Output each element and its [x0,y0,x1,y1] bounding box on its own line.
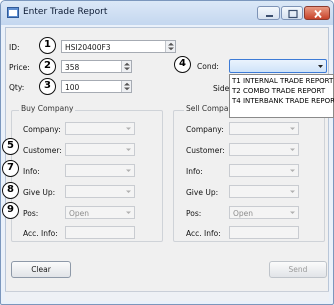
sell-company-chevron-down-icon[interactable] [287,123,298,134]
status-bar [5,291,329,301]
clear-button[interactable]: Clear [11,261,71,278]
callout-badge: 4 [174,56,191,73]
sell-info-label: Info: [186,167,203,176]
id-label: ID: [9,43,20,52]
sell-info-chevron-down-icon[interactable] [287,165,298,176]
callout-badge: 3 [39,78,56,95]
buy-info-select[interactable] [65,164,135,177]
sell-accinfo-field[interactable] [229,226,299,239]
buy-accinfo-field[interactable] [65,226,135,239]
cond-options-list: T1 INTERNAL TRADE REPORT T2 COMBO TRADE … [229,74,334,118]
buy-customer-select[interactable] [65,143,135,156]
sell-customer-select[interactable] [229,143,299,156]
price-label: Price: [9,63,30,72]
id-value: HSI20400F3 [65,43,111,52]
title-bar[interactable]: Enter Trade Report [1,1,333,25]
close-button[interactable] [304,6,330,20]
sell-company-label: Company: [186,125,224,134]
callout-badge: 8 [2,182,19,199]
buy-pos-chevron-down-icon[interactable] [123,207,134,218]
buy-giveup-chevron-down-icon[interactable] [123,186,134,197]
app-icon [7,7,19,18]
sell-accinfo-label: Acc. Info: [186,229,221,238]
buy-accinfo-label: Acc. Info: [23,229,58,238]
qty-value: 100 [65,83,80,92]
cond-option[interactable]: T4 INTERBANK TRADE REPORT [232,97,334,105]
trade-report-window: Enter Trade Report ID: HSI20400F3 Price:… [0,0,334,305]
cond-option[interactable]: T2 COMBO TRADE REPORT [232,87,325,95]
callout-badge: 9 [2,202,19,219]
callout-badge: 7 [2,160,19,177]
cond-dropdown[interactable] [229,59,327,73]
window-title: Enter Trade Report [23,7,108,17]
cond-option[interactable]: T1 INTERNAL TRADE REPORT [232,77,333,85]
buy-company-label: Company: [23,125,61,134]
sell-company-select[interactable] [229,122,299,135]
qty-label: Qty: [9,83,25,92]
buy-pos-value: Open [69,209,90,218]
cond-label: Cond: [197,62,219,71]
buy-info-chevron-down-icon[interactable] [123,165,134,176]
buy-company-title: Buy Company [19,104,76,113]
sell-pos-value: Open [233,209,254,218]
sell-giveup-label: Give Up: [186,188,219,197]
buy-company-chevron-down-icon[interactable] [123,123,134,134]
price-spinner-icon[interactable] [121,61,131,72]
price-value: 358 [65,63,80,72]
price-field[interactable]: 358 [61,60,132,73]
sell-info-select[interactable] [229,164,299,177]
buy-customer-label: Customer: [23,146,62,155]
buy-pos-label: Pos: [23,209,39,218]
buy-info-label: Info: [23,167,40,176]
sell-pos-select[interactable]: Open [229,206,299,219]
callout-badge: 1 [39,37,56,54]
sell-giveup-select[interactable] [229,185,299,198]
callout-badge: 2 [39,58,56,75]
callout-badge: 5 [2,138,19,155]
send-button[interactable]: Send [269,261,327,278]
sell-giveup-chevron-down-icon[interactable] [287,186,298,197]
buy-pos-select[interactable]: Open [65,206,135,219]
qty-field[interactable]: 100 [61,80,132,93]
buy-giveup-label: Give Up: [23,188,56,197]
sell-pos-chevron-down-icon[interactable] [287,207,298,218]
buy-giveup-select[interactable] [65,185,135,198]
sell-customer-chevron-down-icon[interactable] [287,144,298,155]
sell-pos-label: Pos: [186,209,202,218]
sell-customer-label: Customer: [186,146,225,155]
buy-company-select[interactable] [65,122,135,135]
maximize-button[interactable] [281,6,303,20]
minimize-button[interactable] [257,6,280,20]
id-field[interactable]: HSI20400F3 [61,40,176,53]
qty-spinner-icon[interactable] [121,81,131,92]
id-spinner-icon[interactable] [165,41,175,52]
cond-chevron-down-icon[interactable] [315,61,326,72]
buy-customer-chevron-down-icon[interactable] [123,144,134,155]
